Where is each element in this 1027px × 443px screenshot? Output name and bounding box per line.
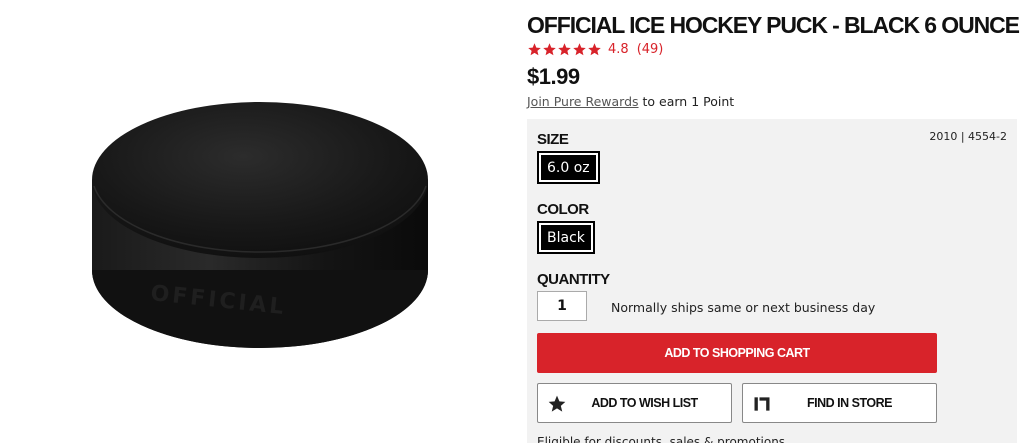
product-image-area[interactable]: OFFICIAL [0,0,510,443]
quantity-label: QUANTITY [537,271,610,288]
rating-row[interactable]: 4.8 (49) [527,42,663,57]
eligibility-note: Eligible for discounts, sales & promotio… [537,435,786,443]
rewards-line: Join Pure Rewards to earn 1 Point [527,94,734,109]
shipping-note: Normally ships same or next business day [611,300,876,315]
store-icon [754,397,770,411]
options-panel: 2010 | 4554-2 SIZE 6.0 oz COLOR Black QU… [527,119,1017,443]
add-to-wishlist-button[interactable]: ADD TO WISH LIST [537,383,732,423]
join-rewards-link[interactable]: Join Pure Rewards [527,94,639,109]
size-option-selected[interactable]: 6.0 oz [537,151,600,184]
add-to-cart-button[interactable]: ADD TO SHOPPING CART [537,333,937,373]
rating-stars [527,42,602,57]
rating-value: 4.8 [608,42,629,57]
find-in-store-button[interactable]: FIND IN STORE [742,383,937,423]
hockey-puck-image: OFFICIAL [92,102,428,348]
star-icon [543,43,556,56]
size-label: SIZE [537,131,569,148]
review-count-link[interactable]: (49) [637,42,664,57]
star-icon [573,43,586,56]
product-details: OFFICIAL ICE HOCKEY PUCK - BLACK 6 OUNCE… [527,0,1027,443]
product-price: $1.99 [527,64,580,89]
star-icon [588,43,601,56]
rewards-suffix: to earn 1 Point [638,94,735,109]
quantity-input[interactable]: 1 [537,291,587,321]
color-option-selected[interactable]: Black [537,221,595,254]
sku-number: 2010 | 4554-2 [929,130,1007,143]
color-label: COLOR [537,201,589,218]
star-icon [528,43,541,56]
star-icon [558,43,571,56]
product-title: OFFICIAL ICE HOCKEY PUCK - BLACK 6 OUNCE [527,12,1020,38]
star-icon [548,395,566,412]
